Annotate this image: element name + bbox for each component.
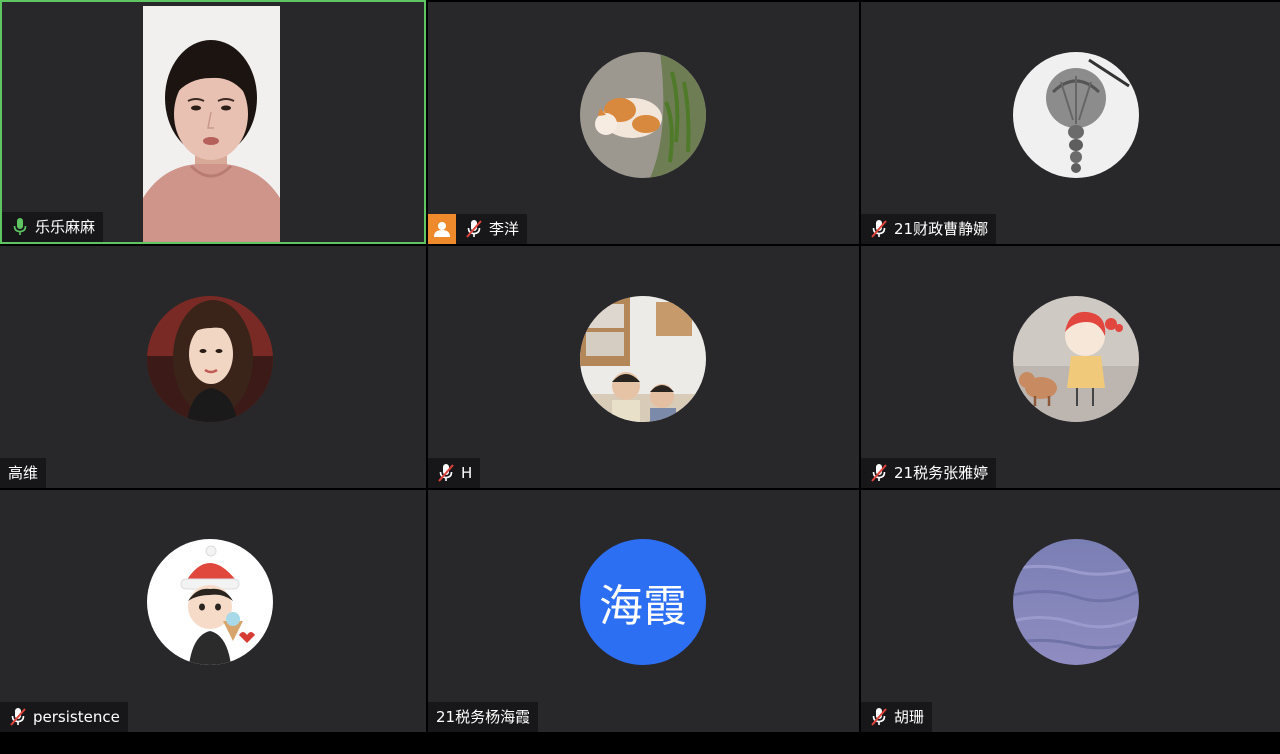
participant-nameplate: H [428, 458, 481, 488]
muted-microphone-icon [869, 463, 889, 483]
cartoon-girl-dog-avatar [1013, 296, 1139, 422]
participant-name: 高维 [8, 464, 39, 482]
water-texture-avatar [1013, 539, 1139, 665]
bottom-bar [0, 732, 1280, 754]
initials-avatar: 海霞 [580, 539, 706, 665]
host-badge [428, 214, 456, 244]
participant-nameplate: 21税务张雅婷 [861, 458, 997, 488]
participant-name: persistence [33, 708, 120, 726]
participant-name: 胡珊 [894, 708, 925, 726]
muted-microphone-icon [869, 707, 889, 727]
gallery-view: 乐乐麻麻 李洋 21财政曹静娜 高维 H 21税务张雅婷 persistence… [0, 0, 1280, 732]
participant-tile-1[interactable]: 乐乐麻麻 [0, 0, 426, 244]
participant-tile-2[interactable]: 李洋 [428, 2, 859, 244]
participant-name: 21税务张雅婷 [894, 464, 989, 482]
muted-microphone-icon [436, 463, 456, 483]
participant-tile-3[interactable]: 21财政曹静娜 [861, 2, 1280, 244]
braid-sketch-avatar [1013, 52, 1139, 178]
participant-name: 乐乐麻麻 [35, 218, 96, 236]
participant-nameplate: 高维 [0, 458, 47, 488]
participant-tile-7[interactable]: persistence [0, 490, 426, 732]
participant-nameplate: 李洋 [456, 214, 528, 244]
participant-nameplate: persistence [0, 702, 128, 732]
participant-tile-6[interactable]: 21税务张雅婷 [861, 246, 1280, 488]
participant-nameplate: 21财政曹静娜 [861, 214, 997, 244]
participant-name: 21财政曹静娜 [894, 220, 989, 238]
participant-tile-5[interactable]: H [428, 246, 859, 488]
participant-nameplate: 21税务杨海霞 [428, 702, 539, 732]
participant-name: 李洋 [489, 220, 520, 238]
participant-name: H [461, 464, 473, 482]
participant-tile-8[interactable]: 海霞 21税务杨海霞 [428, 490, 859, 732]
participant-tile-9[interactable]: 胡珊 [861, 490, 1280, 732]
participant-name: 21税务杨海霞 [436, 708, 531, 726]
participant-nameplate: 胡珊 [861, 702, 933, 732]
participant-nameplate: 乐乐麻麻 [2, 212, 104, 242]
muted-microphone-icon [464, 219, 484, 239]
cartoon-boy-santa-hat-avatar [147, 539, 273, 665]
kids-photo-avatar [580, 296, 706, 422]
cat-avatar [580, 52, 706, 178]
woman-portrait-avatar [147, 296, 273, 422]
muted-microphone-icon [8, 707, 28, 727]
participant-video [143, 6, 280, 242]
muted-microphone-icon [869, 219, 889, 239]
person-icon [434, 222, 450, 237]
microphone-icon [10, 217, 30, 237]
participant-tile-4[interactable]: 高维 [0, 246, 426, 488]
